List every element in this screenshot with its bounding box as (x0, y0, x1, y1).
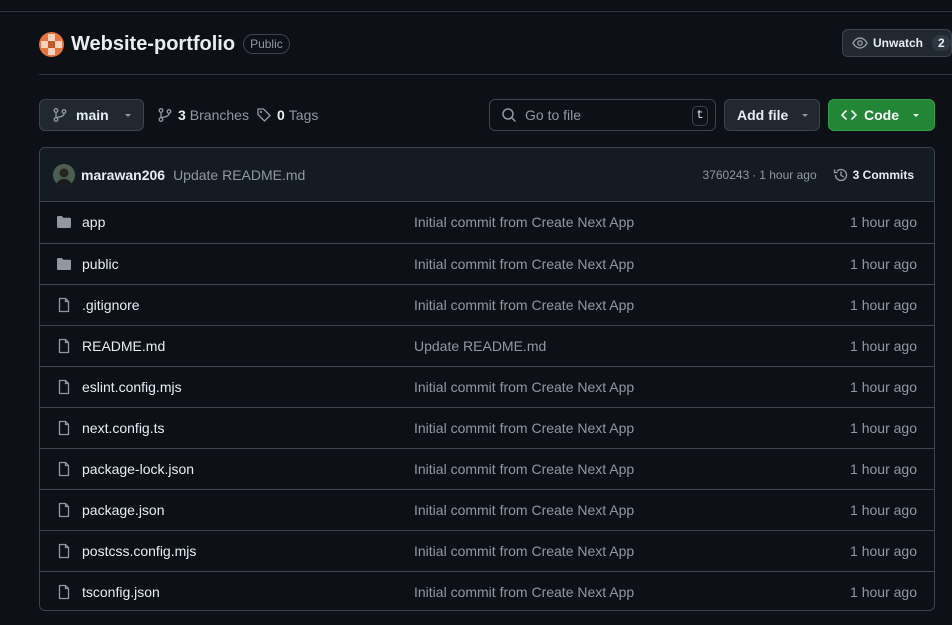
git-branch-icon (158, 108, 172, 122)
branches-link[interactable]: 3 Branches (157, 99, 249, 131)
table-row[interactable]: tsconfig.json Initial commit from Create … (40, 571, 934, 610)
file-commit-message-link[interactable]: Initial commit from Create Next App (414, 285, 634, 326)
commits-history-link[interactable]: 3 Commits (833, 167, 914, 183)
file-list: app Initial commit from Create Next App 1 … (40, 202, 934, 610)
header-divider (39, 74, 952, 75)
table-row[interactable]: postcss.config.mjs Initial commit from Cr… (40, 530, 934, 571)
commit-meta: 3760243 · 1 hour ago 3 Commits (703, 148, 914, 202)
file-icon (56, 584, 72, 603)
file-commit-time: 1 hour ago (850, 338, 917, 354)
repo-toolbar: main 3 Branches 0 Tags t Add file Code (39, 99, 935, 131)
chevron-down-icon (124, 114, 131, 117)
visibility-badge: Public (243, 34, 290, 54)
table-row[interactable]: .gitignore Initial commit from Create Nex… (40, 284, 934, 325)
file-icon (56, 420, 72, 439)
history-icon (833, 168, 847, 182)
file-name-link[interactable]: next.config.ts (82, 408, 165, 449)
file-name-link[interactable]: README.md (82, 326, 165, 367)
avatar[interactable] (53, 163, 75, 186)
file-name-link[interactable]: public (82, 244, 119, 285)
file-commit-message-link[interactable]: Initial commit from Create Next App (414, 449, 634, 490)
folder-icon (56, 256, 72, 275)
table-row[interactable]: eslint.config.mjs Initial commit from Cre… (40, 366, 934, 407)
file-icon (56, 379, 72, 398)
file-name-link[interactable]: tsconfig.json (82, 572, 160, 610)
file-name-link[interactable]: app (82, 202, 105, 243)
file-commit-message-link[interactable]: Initial commit from Create Next App (414, 408, 634, 449)
code-label: Code (864, 107, 899, 123)
file-icon (56, 338, 72, 357)
top-header-bar (0, 0, 952, 12)
file-commit-time: 1 hour ago (850, 256, 917, 272)
keyboard-shortcut-hint: t (692, 106, 708, 126)
file-commit-time: 1 hour ago (850, 214, 917, 230)
commit-author-link[interactable]: marawan206 (81, 167, 165, 183)
file-commit-message-link[interactable]: Initial commit from Create Next App (414, 367, 634, 408)
chevron-down-icon (913, 114, 919, 117)
file-commit-time: 1 hour ago (850, 297, 917, 313)
repo-name-link[interactable]: Website-portfolio (71, 33, 235, 56)
chevron-down-icon (802, 114, 809, 117)
go-to-file-search[interactable]: t (489, 99, 716, 131)
go-to-file-input[interactable] (525, 107, 685, 123)
code-button[interactable]: Code (828, 99, 935, 131)
file-commit-time: 1 hour ago (850, 584, 917, 600)
file-commit-time: 1 hour ago (850, 502, 917, 518)
code-icon (841, 110, 857, 120)
file-commit-time: 1 hour ago (850, 379, 917, 395)
folder-icon (56, 214, 72, 233)
file-name-link[interactable]: package.json (82, 490, 165, 531)
branch-selector-button[interactable]: main (39, 99, 144, 131)
file-commit-message-link[interactable]: Initial commit from Create Next App (414, 531, 634, 572)
file-name-link[interactable]: .gitignore (82, 285, 140, 326)
table-row[interactable]: package.json Initial commit from Create N… (40, 489, 934, 530)
file-commit-message-link[interactable]: Initial commit from Create Next App (414, 244, 634, 285)
eye-icon (852, 37, 868, 49)
table-row[interactable]: public Initial commit from Create Next Ap… (40, 243, 934, 284)
unwatch-button[interactable]: Unwatch 2 (842, 29, 952, 57)
unwatch-label: Unwatch (873, 36, 924, 50)
latest-commit-bar: marawan206 Update README.md 3760243 · 1 … (40, 148, 934, 202)
file-icon (56, 297, 72, 316)
file-commit-message-link[interactable]: Initial commit from Create Next App (414, 572, 634, 610)
file-browser-table: marawan206 Update README.md 3760243 · 1 … (39, 147, 935, 611)
file-commit-message-link[interactable]: Initial commit from Create Next App (414, 490, 634, 531)
file-commit-time: 1 hour ago (850, 420, 917, 436)
watchers-count: 2 (932, 35, 951, 51)
search-icon (502, 108, 516, 122)
add-file-label: Add file (737, 107, 789, 123)
file-icon (56, 502, 72, 521)
add-file-button[interactable]: Add file (724, 99, 820, 131)
tags-count: 0 (277, 107, 285, 123)
file-commit-time: 1 hour ago (850, 543, 917, 559)
file-commit-time: 1 hour ago (850, 461, 917, 477)
commit-time: 1 hour ago (759, 168, 817, 182)
file-icon (56, 461, 72, 480)
branches-count: 3 (178, 107, 186, 123)
branches-label: Branches (189, 107, 249, 123)
repo-avatar-icon[interactable] (39, 31, 64, 57)
file-commit-message-link[interactable]: Update README.md (414, 326, 546, 367)
table-row[interactable]: README.md Update README.md 1 hour ago (40, 325, 934, 366)
table-row[interactable]: package-lock.json Initial commit from Cre… (40, 448, 934, 489)
tags-link[interactable]: 0 Tags (256, 99, 318, 131)
file-name-link[interactable]: postcss.config.mjs (82, 531, 196, 572)
tag-icon (257, 108, 271, 122)
commit-message-link[interactable]: Update README.md (173, 167, 305, 183)
git-branch-icon (53, 108, 67, 122)
file-name-link[interactable]: eslint.config.mjs (82, 367, 182, 408)
table-row[interactable]: next.config.ts Initial commit from Create… (40, 407, 934, 448)
commit-meta-separator: · (752, 168, 757, 182)
tags-label: Tags (288, 107, 319, 123)
table-row[interactable]: app Initial commit from Create Next App 1 … (40, 202, 934, 243)
commits-count-label: 3 Commits (852, 168, 914, 182)
file-icon (56, 543, 72, 562)
file-name-link[interactable]: package-lock.json (82, 449, 194, 490)
file-commit-message-link[interactable]: Initial commit from Create Next App (414, 202, 634, 243)
current-branch-label: main (76, 107, 109, 123)
commit-hash-link[interactable]: 3760243 (703, 168, 750, 182)
repo-header: Website-portfolio Public (39, 30, 290, 58)
